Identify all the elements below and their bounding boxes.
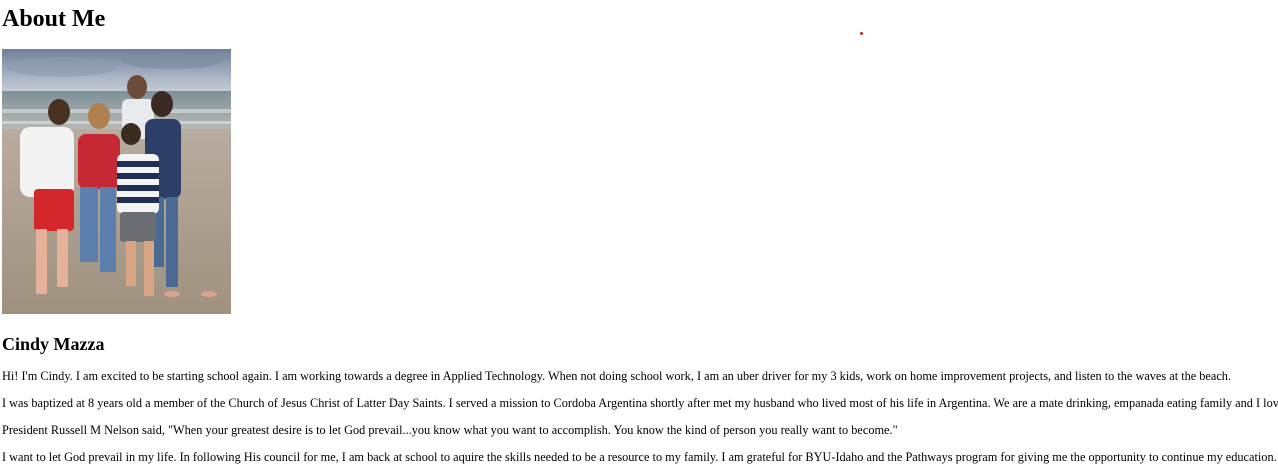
- bio-paragraph-goal: I want to let God prevail in my life. In…: [2, 450, 1277, 464]
- page-title: About Me: [2, 6, 106, 32]
- person-name: Cindy Mazza: [2, 334, 105, 354]
- bio-paragraph-intro: Hi! I'm Cindy. I am excited to be starti…: [2, 369, 1232, 383]
- bio-paragraph-quote: President Russell M Nelson said, "When y…: [2, 423, 898, 437]
- family-photo-illustration: [2, 49, 231, 314]
- about-page: About Me Cindy Mazza Hi! I'm Cindy. I am…: [0, 0, 1278, 469]
- marker-dot: [860, 32, 863, 35]
- bio-paragraph-background: I was baptized at 8 years old a member o…: [2, 396, 1278, 410]
- family-photo: [2, 49, 231, 314]
